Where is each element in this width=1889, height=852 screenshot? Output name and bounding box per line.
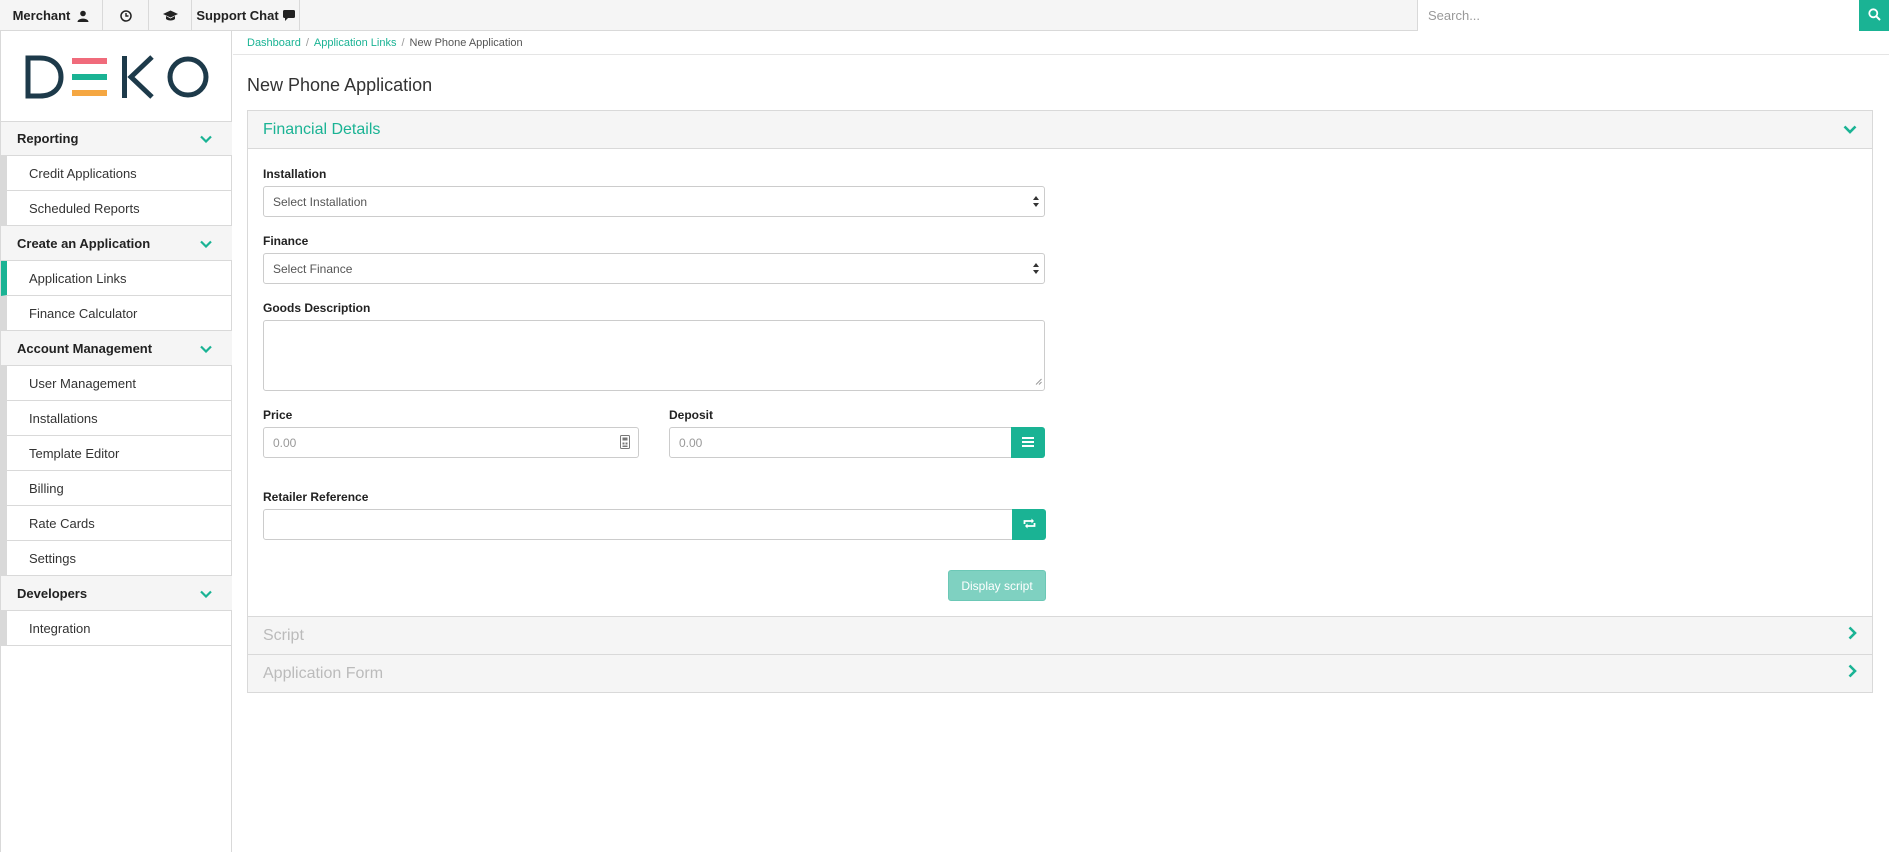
goods-description-label: Goods Description xyxy=(263,301,371,315)
sidebar-item-credit-applications[interactable]: Credit Applications xyxy=(1,156,232,191)
sidebar-item-template-editor[interactable]: Template Editor xyxy=(1,436,232,471)
panel-title: Financial Details xyxy=(263,120,381,138)
sidebar-item-label: Billing xyxy=(29,480,64,496)
chevron-right-icon xyxy=(1848,626,1857,645)
price-input[interactable]: 0.00 xyxy=(263,427,639,458)
retailer-reference-input[interactable] xyxy=(263,509,1013,540)
sidebar-item-billing[interactable]: Billing xyxy=(1,471,232,506)
support-chat-button[interactable]: Support Chat xyxy=(192,0,300,31)
financial-details-header[interactable]: Financial Details xyxy=(248,111,1872,149)
calculator-icon xyxy=(620,435,630,452)
list-icon xyxy=(1022,435,1034,450)
sidebar-item-installations[interactable]: Installations xyxy=(1,401,232,436)
panel-title: Script xyxy=(263,626,304,644)
user-icon xyxy=(77,10,89,22)
sidebar-item-label: User Management xyxy=(29,375,136,391)
merchant-menu[interactable]: Merchant xyxy=(0,0,103,31)
nav-group-label: Developers xyxy=(17,585,88,601)
chevron-down-icon xyxy=(1843,121,1857,139)
sidebar-item-label: Installations xyxy=(29,410,98,426)
retailer-reference-label: Retailer Reference xyxy=(263,490,369,504)
sidebar: Reporting Credit Applications Scheduled … xyxy=(0,31,232,852)
finance-value: Select Finance xyxy=(273,261,353,276)
chevron-down-icon xyxy=(200,236,212,251)
sidebar-item-label: Settings xyxy=(29,550,76,566)
sidebar-item-label: Rate Cards xyxy=(29,515,95,531)
sidebar-item-settings[interactable]: Settings xyxy=(1,541,232,576)
installation-select[interactable]: Select Installation xyxy=(263,186,1045,217)
sidebar-item-label: Application Links xyxy=(29,270,127,286)
deko-logo[interactable] xyxy=(25,55,209,102)
sidebar-item-integration[interactable]: Integration xyxy=(1,611,232,646)
display-script-button[interactable]: Display script xyxy=(948,570,1046,601)
refresh-icon xyxy=(1023,517,1036,532)
finance-select[interactable]: Select Finance xyxy=(263,253,1045,284)
comment-icon xyxy=(282,10,295,21)
sidebar-item-finance-calculator[interactable]: Finance Calculator xyxy=(1,296,232,331)
chevron-right-icon xyxy=(1848,664,1857,683)
sidebar-nav: Reporting Credit Applications Scheduled … xyxy=(1,121,232,646)
installation-label: Installation xyxy=(263,167,327,181)
price-label: Price xyxy=(263,408,293,422)
breadcrumb-application-links[interactable]: Application Links xyxy=(314,37,397,49)
chevron-down-icon xyxy=(200,586,212,601)
select-arrows-icon xyxy=(1033,262,1039,278)
breadcrumb-separator: / xyxy=(401,36,405,49)
sidebar-item-label: Finance Calculator xyxy=(29,305,138,321)
sidebar-item-label: Scheduled Reports xyxy=(29,200,140,216)
nav-group-account-management[interactable]: Account Management xyxy=(1,331,232,366)
search-box xyxy=(1417,0,1859,31)
sidebar-item-label: Integration xyxy=(29,620,91,636)
breadcrumb: Dashboard / Application Links / New Phon… xyxy=(233,31,1889,55)
training-button[interactable] xyxy=(149,0,192,31)
nav-group-developers[interactable]: Developers xyxy=(1,576,232,611)
clock-icon xyxy=(119,9,132,22)
search-input[interactable] xyxy=(1418,0,1859,30)
support-chat-label: Support Chat xyxy=(196,8,279,23)
sidebar-item-rate-cards[interactable]: Rate Cards xyxy=(1,506,232,541)
search-button[interactable] xyxy=(1859,0,1889,31)
graduation-cap-icon xyxy=(162,10,178,22)
installation-value: Select Installation xyxy=(273,194,368,209)
application-form-panel-header[interactable]: Application Form xyxy=(248,654,1872,692)
nav-group-reporting[interactable]: Reporting xyxy=(1,121,232,156)
resize-handle-icon xyxy=(1035,374,1042,388)
breadcrumb-current: New Phone Application xyxy=(409,36,523,49)
sidebar-item-user-management[interactable]: User Management xyxy=(1,366,232,401)
nav-group-label: Account Management xyxy=(17,340,153,356)
sidebar-item-application-links[interactable]: Application Links xyxy=(1,261,232,296)
deposit-label: Deposit xyxy=(669,408,714,422)
deposit-placeholder: 0.00 xyxy=(679,435,703,450)
deposit-input[interactable]: 0.00 xyxy=(669,427,1012,458)
generate-reference-button[interactable] xyxy=(1012,509,1046,540)
breadcrumb-separator: / xyxy=(305,36,309,49)
breadcrumb-dashboard[interactable]: Dashboard xyxy=(247,37,301,49)
script-panel-header[interactable]: Script xyxy=(248,616,1872,654)
goods-description-textarea[interactable] xyxy=(263,320,1045,391)
sidebar-item-label: Credit Applications xyxy=(29,165,137,181)
application-accordion: Financial Details Installation Select In… xyxy=(247,110,1873,693)
chevron-down-icon xyxy=(200,341,212,356)
select-arrows-icon xyxy=(1033,195,1039,211)
history-button[interactable] xyxy=(103,0,149,31)
search-icon xyxy=(1867,7,1881,24)
nav-group-create-application[interactable]: Create an Application xyxy=(1,226,232,261)
chevron-down-icon xyxy=(200,131,212,146)
sidebar-item-scheduled-reports[interactable]: Scheduled Reports xyxy=(1,191,232,226)
finance-label: Finance xyxy=(263,234,309,248)
panel-title: Application Form xyxy=(263,664,384,682)
nav-group-label: Reporting xyxy=(17,131,79,146)
page-title: New Phone Application xyxy=(247,75,433,95)
nav-group-label: Create an Application xyxy=(17,235,151,251)
top-bar: Merchant Support Chat xyxy=(0,0,1889,31)
sidebar-item-label: Template Editor xyxy=(29,445,120,461)
price-placeholder: 0.00 xyxy=(273,435,297,450)
merchant-label: Merchant xyxy=(12,8,71,23)
deposit-options-button[interactable] xyxy=(1011,427,1045,458)
